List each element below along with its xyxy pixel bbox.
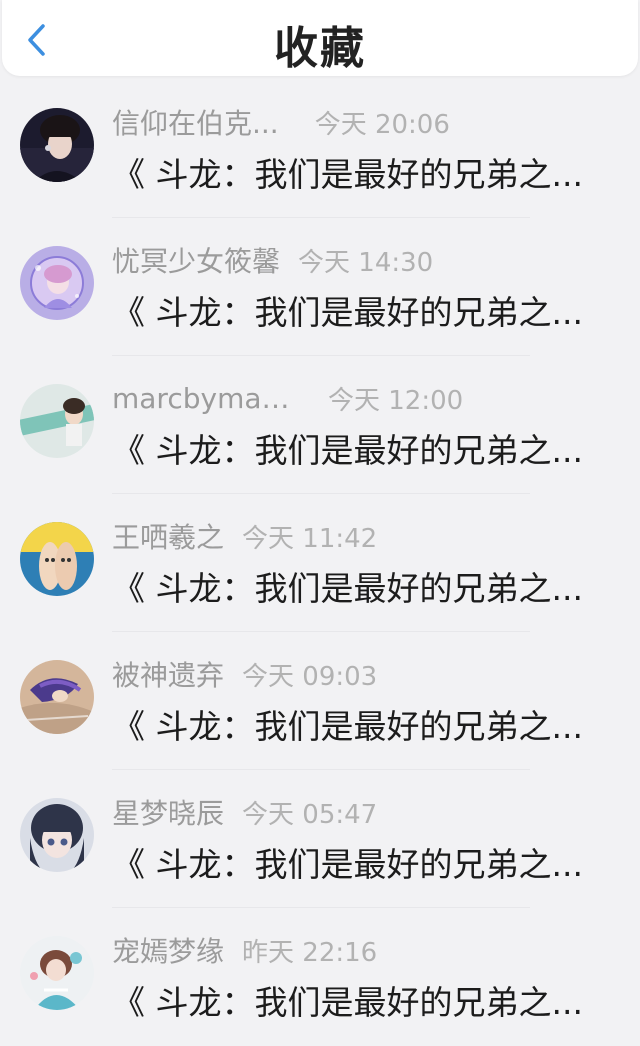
message-preview: 《 斗龙：我们是最好的兄弟之...	[112, 293, 583, 332]
avatar	[20, 522, 94, 596]
timestamp: 今天 09:03	[242, 661, 378, 692]
item-meta: 被神遗弃 今天 09:03	[112, 654, 377, 694]
page-title: 收藏	[274, 23, 366, 74]
avatar	[20, 798, 94, 872]
message-preview: 《 斗龙：我们是最好的兄弟之...	[112, 983, 583, 1022]
avatar	[20, 246, 94, 320]
list-item[interactable]: 宠嫣梦缘 昨天 22:16 《 斗龙：我们是最好的兄弟之...	[0, 908, 640, 1046]
sender-name: 忧冥少女筱馨	[112, 245, 281, 278]
sender-name: 宠嫣梦缘	[112, 935, 225, 968]
message-preview: 《 斗龙：我们是最好的兄弟之...	[112, 431, 583, 470]
avatar	[20, 936, 94, 1010]
item-meta: 宠嫣梦缘 昨天 22:16	[112, 930, 377, 970]
timestamp: 今天 20:06	[314, 109, 450, 140]
timestamp: 今天 05:47	[242, 799, 378, 830]
sender-name: 信仰在伯克...	[112, 107, 279, 140]
message-preview: 《 斗龙：我们是最好的兄弟之...	[112, 845, 583, 884]
list-item[interactable]: 王哂羲之 今天 11:42 《 斗龙：我们是最好的兄弟之...	[0, 494, 640, 632]
timestamp: 今天 12:00	[328, 385, 464, 416]
item-meta: 忧冥少女筱馨 今天 14:30	[112, 240, 433, 280]
list-item[interactable]: 信仰在伯克... 今天 20:06 《 斗龙：我们是最好的兄弟之...	[0, 80, 640, 218]
timestamp: 昨天 22:16	[242, 937, 378, 968]
sender-name: marcbymar...	[112, 381, 292, 415]
message-preview: 《 斗龙：我们是最好的兄弟之...	[112, 569, 583, 608]
item-meta: 信仰在伯克... 今天 20:06	[112, 102, 450, 142]
timestamp: 今天 14:30	[298, 247, 434, 278]
timestamp: 今天 11:42	[242, 523, 378, 554]
favorites-list: 信仰在伯克... 今天 20:06 《 斗龙：我们是最好的兄弟之... 忧冥少女…	[0, 80, 640, 1046]
avatar	[20, 660, 94, 734]
sender-name: 王哂羲之	[112, 521, 225, 554]
message-preview: 《 斗龙：我们是最好的兄弟之...	[112, 707, 583, 746]
item-meta: 星梦晓辰 今天 05:47	[112, 792, 377, 832]
list-item[interactable]: marcbymar... 今天 12:00 《 斗龙：我们是最好的兄弟之...	[0, 356, 640, 494]
message-preview: 《 斗龙：我们是最好的兄弟之...	[112, 155, 583, 194]
sender-name: 被神遗弃	[112, 659, 225, 692]
avatar	[20, 108, 94, 182]
item-meta: marcbymar... 今天 12:00	[112, 378, 463, 418]
list-item[interactable]: 被神遗弃 今天 09:03 《 斗龙：我们是最好的兄弟之...	[0, 632, 640, 770]
avatar	[20, 384, 94, 458]
list-item[interactable]: 忧冥少女筱馨 今天 14:30 《 斗龙：我们是最好的兄弟之...	[0, 218, 640, 356]
top-bar: 收藏	[2, 0, 638, 76]
list-item[interactable]: 星梦晓辰 今天 05:47 《 斗龙：我们是最好的兄弟之...	[0, 770, 640, 908]
item-meta: 王哂羲之 今天 11:42	[112, 516, 377, 556]
sender-name: 星梦晓辰	[112, 797, 225, 830]
